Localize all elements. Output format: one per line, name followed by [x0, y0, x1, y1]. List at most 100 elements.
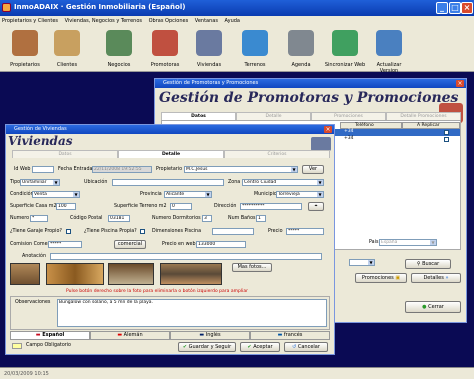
viviendas-window: Gestión de Viviendas × Viviendas Datos De…: [5, 124, 335, 339]
toolbar: Propietarios Clientes Negocios Promotora…: [0, 26, 474, 74]
condicion-select[interactable]: Venta: [32, 191, 80, 198]
ver-button[interactable]: Ver: [302, 165, 324, 174]
tab-criterios[interactable]: Criterios: [224, 150, 330, 158]
map-button[interactable]: ⌖: [308, 202, 324, 211]
statusbar: 20/03/2009 10:15: [0, 367, 474, 379]
promotoras-tabs: Datos Detalle Promociones Detalle Promoc…: [161, 112, 461, 120]
viviendas-tabs: Datos Detalle Criterios: [12, 150, 330, 158]
piscina-checkbox[interactable]: [140, 229, 145, 234]
comision-field[interactable]: *****: [48, 241, 82, 248]
pais-select[interactable]: España: [379, 239, 437, 246]
observaciones-textarea[interactable]: Bungalow con solano, a 5 mn de la playa.: [57, 299, 327, 327]
tool-propietarios[interactable]: Propietarios: [4, 26, 46, 72]
propietario-select[interactable]: M.C.Jesus: [184, 166, 298, 173]
garaje-checkbox[interactable]: [66, 229, 71, 234]
menu-ventanas[interactable]: Ventanas: [195, 18, 218, 24]
replicar-checkbox[interactable]: [444, 130, 449, 135]
building-icon: [196, 30, 222, 56]
mas-fotos-button[interactable]: Mas fotos...: [232, 263, 272, 272]
lang-tab-en[interactable]: ▬ Inglés: [170, 331, 250, 340]
tipo-select[interactable]: Unifamiliar: [20, 179, 60, 186]
tool-terrenos[interactable]: Terrenos: [234, 26, 276, 72]
promotoras-heading: Gestión de Promotoras y Promociones: [159, 90, 459, 106]
precio-web-field[interactable]: 133000: [196, 241, 246, 248]
photo-thumbnail[interactable]: [46, 263, 104, 285]
flag-fr-icon: ▬: [277, 332, 283, 338]
minimize-button[interactable]: _: [436, 2, 448, 14]
tab-detalle[interactable]: Detalle: [236, 112, 311, 120]
cancelar-button[interactable]: ↺ Cancelar: [284, 342, 328, 352]
dormitorios-field[interactable]: 3: [202, 215, 212, 222]
building-icon: [311, 137, 331, 151]
replicar-checkbox[interactable]: [444, 137, 449, 142]
zona-select[interactable]: Centro Ciudad: [242, 179, 324, 186]
check-icon: ✔: [247, 344, 252, 350]
precio-field[interactable]: *****: [286, 228, 324, 235]
phone-icon: [288, 30, 314, 56]
lang-tab-de[interactable]: ▬ Alemán: [90, 331, 170, 340]
numero-field[interactable]: *: [30, 215, 48, 222]
direccion-field[interactable]: **********: [240, 203, 302, 210]
lang-tab-fr[interactable]: ▬ francés: [250, 331, 330, 340]
municipio-select[interactable]: Torrevieja: [276, 191, 324, 198]
tool-agenda[interactable]: Agenda: [280, 26, 322, 72]
main-titlebar: InmoADAIX · Gestión Inmobiliaria (Españo…: [0, 0, 474, 16]
tab-datos[interactable]: Datos: [161, 112, 236, 120]
photo-thumbnail[interactable]: [108, 263, 154, 285]
folder-icon: ▣: [395, 275, 401, 281]
tab-detalle[interactable]: Detalle: [118, 150, 224, 158]
tab-detalle-promociones[interactable]: Detalle Promociones: [386, 112, 461, 120]
promotoras-close-button[interactable]: ×: [456, 80, 464, 87]
tool-viviendas[interactable]: Viviendas: [188, 26, 230, 72]
tool-negocios[interactable]: Negocios: [98, 26, 140, 72]
photo-thumbnail[interactable]: [160, 263, 222, 285]
flag-uk-icon: ▬: [199, 332, 205, 338]
app-logo-icon: [2, 3, 11, 12]
idweb-field[interactable]: [32, 166, 54, 173]
comercial-button[interactable]: comercial: [114, 240, 146, 249]
dimensiones-field[interactable]: [212, 228, 254, 235]
menu-obras[interactable]: Obras Opciones: [149, 18, 189, 24]
banos-field[interactable]: 1: [256, 215, 266, 222]
tool-promotoras[interactable]: Promotoras: [144, 26, 186, 72]
check-icon: ✔: [182, 344, 188, 350]
tool-clientes[interactable]: Clientes: [46, 26, 88, 72]
buscar-button[interactable]: ⚲ Buscar: [405, 259, 451, 269]
guardar-seguir-button[interactable]: ✔ Guardar y Seguir: [178, 342, 236, 352]
viviendas-titlebar: Gestión de Viviendas ×: [6, 125, 334, 134]
anotacion-field[interactable]: [50, 253, 322, 260]
menu-ayuda[interactable]: Ayuda: [225, 18, 240, 24]
promociones-button[interactable]: Promociones ▣: [355, 273, 407, 283]
sup-terreno-field[interactable]: 0: [170, 203, 192, 210]
owners-icon: [12, 30, 38, 56]
col-replicar[interactable]: A Replicar: [402, 122, 460, 129]
tool-sincronizar[interactable]: Sincronizar Web: [324, 26, 366, 72]
map-icon: ⌖: [314, 203, 318, 209]
tab-promociones[interactable]: Promociones: [311, 112, 386, 120]
ubicacion-field[interactable]: [112, 179, 224, 186]
provincia-select[interactable]: Alicante: [164, 191, 212, 198]
flag-es-icon: ▬: [35, 332, 41, 338]
promotoras-titlebar: Gestión de Promotoras y Promociones ×: [155, 79, 466, 88]
close-button[interactable]: ×: [461, 2, 473, 14]
viviendas-heading: Viviendas: [8, 134, 73, 148]
cerrar-button[interactable]: ● Cerrar: [405, 301, 461, 313]
mandatory-color-swatch: [12, 343, 22, 349]
cp-field[interactable]: 03181: [108, 215, 130, 222]
lang-tab-es[interactable]: ▬ Español: [10, 331, 90, 340]
viviendas-footer: ▬ Español ▬ Alemán ▬ Inglés ▬ francés Ca…: [5, 331, 335, 355]
aceptar-button[interactable]: ✔ Aceptar: [240, 342, 280, 352]
tab-datos[interactable]: Datos: [12, 150, 118, 158]
menu-propietarios[interactable]: Propietarios y Clientes: [2, 18, 58, 24]
col-telefono[interactable]: Teléfono: [340, 122, 402, 129]
maximize-button[interactable]: □: [449, 2, 461, 14]
photo-thumbnail[interactable]: [10, 263, 40, 285]
menu-viviendas[interactable]: Viviendas, Negocios y Terrenos: [65, 18, 142, 24]
tool-actualizar[interactable]: Actualizar Version: [368, 26, 410, 74]
detalles-button[interactable]: Detalles »: [411, 273, 461, 283]
viviendas-close-button[interactable]: ×: [324, 126, 332, 133]
flag-de-icon: ▬: [117, 332, 123, 338]
crane-icon: [152, 30, 178, 56]
promo-filter-select[interactable]: [349, 259, 375, 266]
sup-casa-field[interactable]: 100: [56, 203, 76, 210]
